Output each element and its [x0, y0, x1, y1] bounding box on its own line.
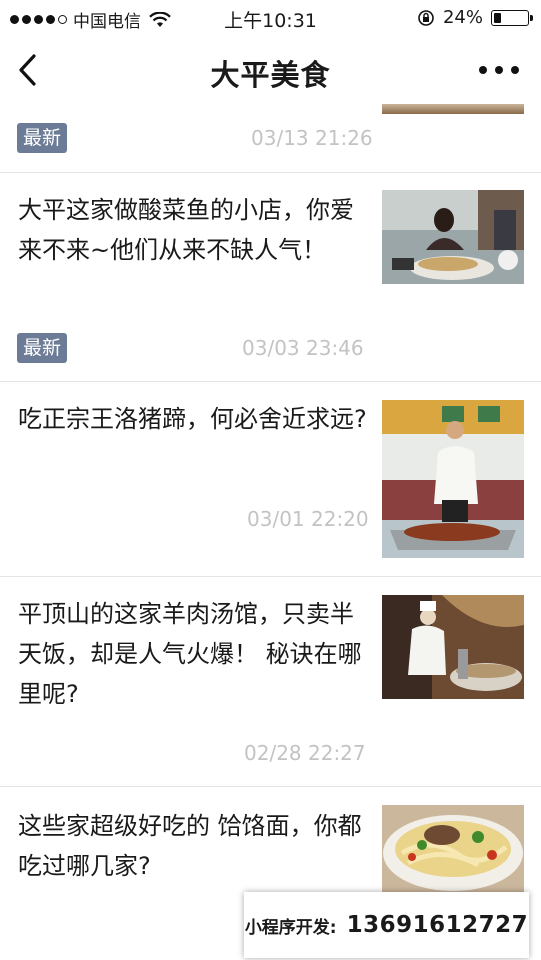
battery-area: 24%: [417, 7, 533, 28]
divider: [0, 786, 541, 787]
divider: [0, 172, 541, 173]
more-options-icon[interactable]: [479, 66, 519, 74]
banner-phone: 13691612727: [346, 912, 529, 938]
article-title[interactable]: 大平这家做酸菜鱼的小店，你爱来不来~他们从来不缺人气！: [18, 190, 370, 270]
article-thumbnail[interactable]: [382, 805, 524, 893]
divider: [0, 576, 541, 577]
battery-icon: [491, 9, 533, 26]
article-title[interactable]: 这些家超级好吃的 饸饹面，你都吃过哪几家?: [18, 806, 370, 886]
promo-banner[interactable]: 小程序开发: 13691612727: [244, 892, 529, 958]
divider: [0, 381, 541, 382]
article-title[interactable]: 平顶山的这家羊肉汤馆，只卖半天饭，却是人气火爆！ 秘诀在哪里呢?: [18, 594, 370, 714]
navigation-bar: 大平美食: [0, 36, 541, 104]
page-title: 大平美食: [210, 58, 331, 92]
article-thumbnail[interactable]: [382, 400, 524, 558]
article-date: 03/13 21:26: [251, 126, 373, 150]
orientation-lock-icon: [418, 9, 434, 26]
banner-label: 小程序开发:: [244, 917, 337, 938]
new-badge: 最新: [17, 333, 68, 363]
article-thumbnail[interactable]: [382, 190, 524, 284]
battery-percent: 24%: [442, 7, 483, 28]
status-bar: 中国电信 上午10:31 24%: [0, 0, 541, 36]
article-date: 03/01 22:20: [247, 507, 369, 531]
new-badge: 最新: [17, 123, 68, 153]
article-thumbnail[interactable]: [382, 595, 524, 699]
article-thumbnail-partial[interactable]: [382, 104, 524, 114]
article-date: 03/03 23:46: [242, 336, 364, 360]
article-title[interactable]: 吃正宗王洛猪蹄，何必舍近求远?: [18, 399, 370, 439]
article-date: 02/28 22:27: [244, 741, 366, 765]
